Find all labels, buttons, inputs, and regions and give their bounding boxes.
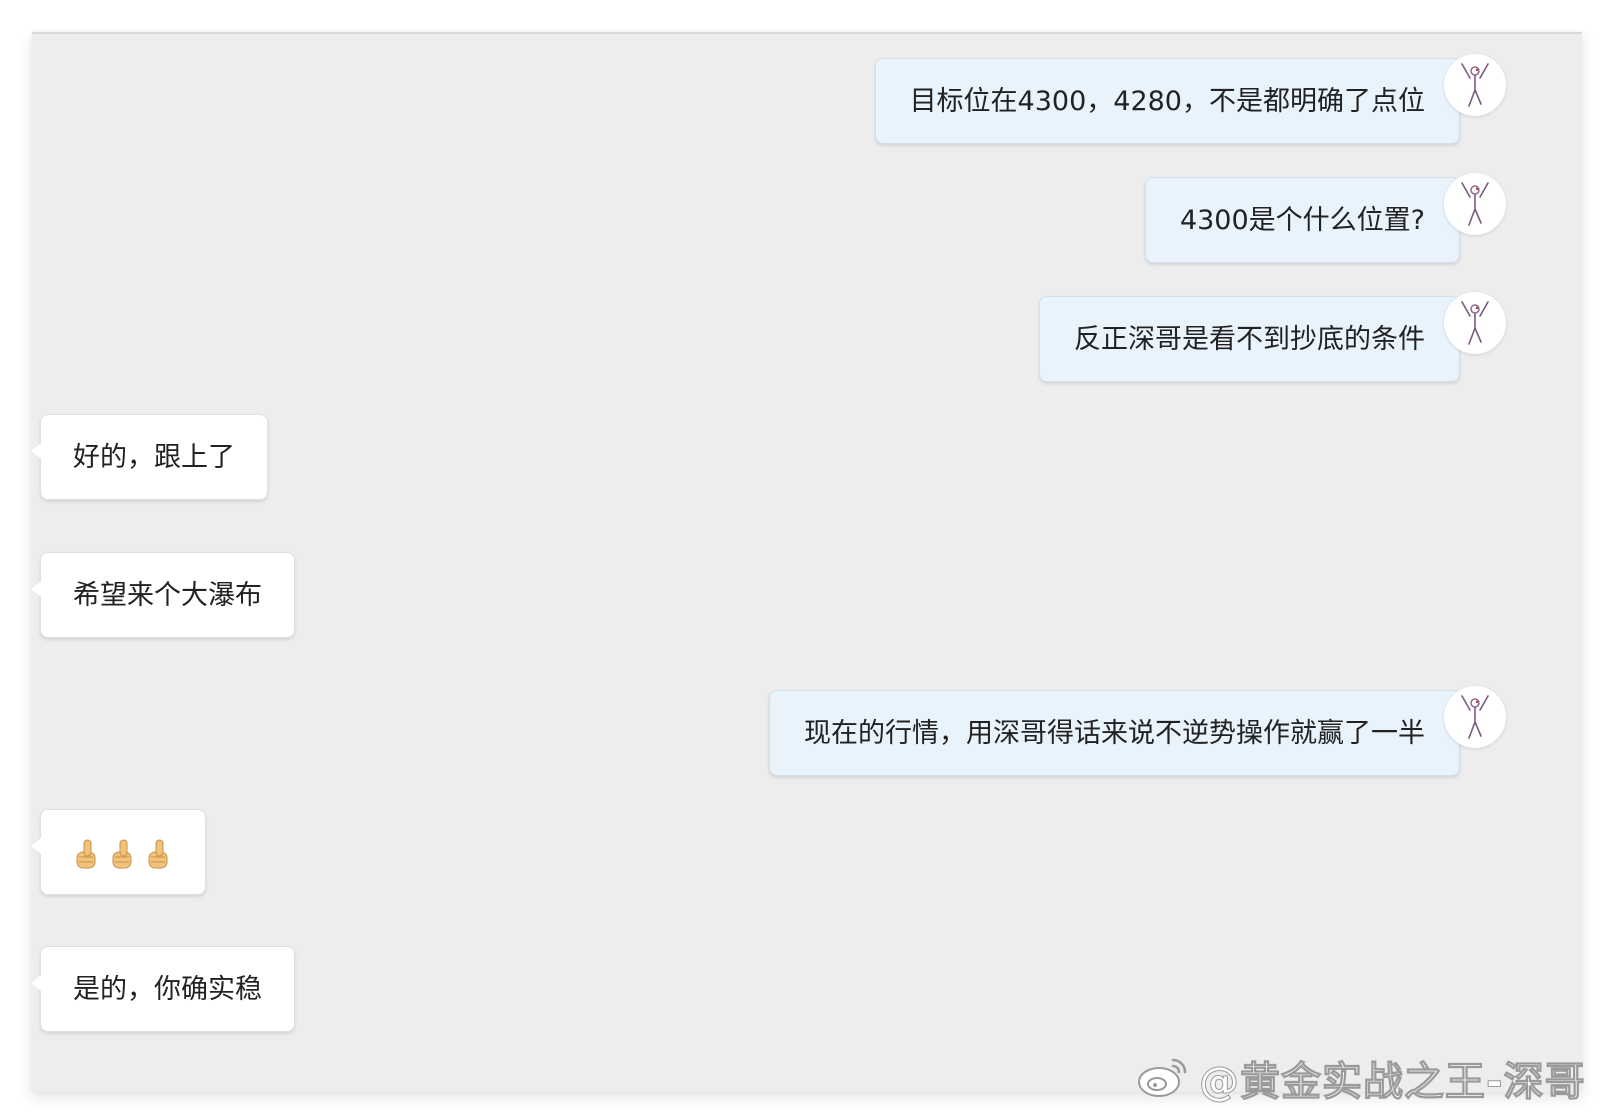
message-bubble-incoming[interactable]: 是的，你确实稳 bbox=[31, 946, 295, 1032]
chat-panel: 目标位在4300，4280，不是都明确了点位 4300是个什么位置? 反正深哥是… bbox=[31, 32, 1582, 1092]
message-bubble-outgoing[interactable]: 反正深哥是看不到抄底的条件 bbox=[1039, 296, 1460, 382]
watermark: @黄金实战之王-深哥 bbox=[1135, 1048, 1586, 1108]
message-text: 目标位在4300，4280，不是都明确了点位 bbox=[909, 86, 1425, 117]
user-avatar[interactable] bbox=[1444, 292, 1506, 354]
message-text: 希望来个大瀑布 bbox=[73, 580, 262, 611]
dancer-figure-icon bbox=[1461, 695, 1489, 739]
message-text: 是的，你确实稳 bbox=[73, 974, 262, 1005]
dancer-figure-icon bbox=[1461, 182, 1489, 226]
thumbs-up-emoji-group bbox=[75, 838, 171, 870]
thumbs-up-icon bbox=[111, 838, 135, 870]
weibo-logo-icon bbox=[1135, 1052, 1191, 1104]
dancer-figure-icon bbox=[1461, 301, 1489, 345]
user-avatar[interactable] bbox=[1444, 686, 1506, 748]
message-text: 反正深哥是看不到抄底的条件 bbox=[1074, 324, 1425, 355]
user-avatar[interactable] bbox=[1444, 173, 1506, 235]
thumbs-up-icon bbox=[75, 838, 99, 870]
message-bubble-outgoing[interactable]: 4300是个什么位置? bbox=[1144, 177, 1460, 263]
dancer-figure-icon bbox=[1461, 63, 1489, 107]
message-bubble-incoming[interactable]: 希望来个大瀑布 bbox=[31, 552, 295, 638]
user-avatar[interactable] bbox=[1444, 54, 1506, 116]
message-bubble-incoming[interactable] bbox=[31, 809, 206, 895]
thumbs-up-icon bbox=[147, 838, 171, 870]
message-text: 4300是个什么位置? bbox=[1179, 205, 1425, 236]
message-text: 现在的行情，用深哥得话来说不逆势操作就赢了一半 bbox=[804, 718, 1425, 749]
message-text: 好的，跟上了 bbox=[73, 442, 235, 473]
message-bubble-incoming[interactable]: 好的，跟上了 bbox=[31, 414, 268, 500]
message-bubble-outgoing[interactable]: 目标位在4300，4280，不是都明确了点位 bbox=[874, 58, 1460, 144]
message-bubble-outgoing[interactable]: 现在的行情，用深哥得话来说不逆势操作就赢了一半 bbox=[769, 690, 1460, 776]
watermark-text: @黄金实战之王-深哥 bbox=[1199, 1059, 1586, 1106]
